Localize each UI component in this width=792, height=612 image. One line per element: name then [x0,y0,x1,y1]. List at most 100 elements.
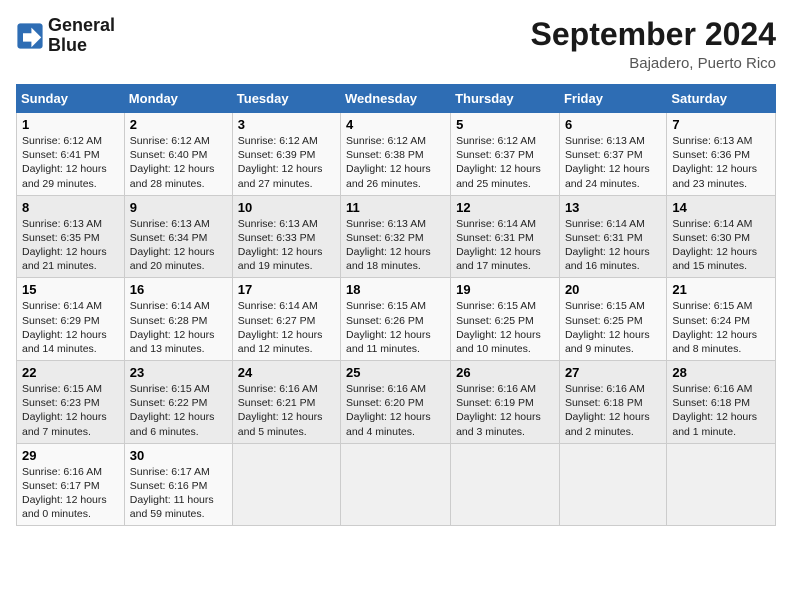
day-number: 16 [130,282,227,297]
cell-info: Sunrise: 6:13 AMSunset: 6:37 PMDaylight:… [565,135,650,190]
cell-info: Sunrise: 6:13 AMSunset: 6:34 PMDaylight:… [130,218,215,273]
day-number: 30 [130,448,227,463]
header: General Blue September 2024 Bajadero, Pu… [16,16,776,72]
calendar-cell: 6 Sunrise: 6:13 AMSunset: 6:37 PMDayligh… [559,113,666,196]
cell-info: Sunrise: 6:15 AMSunset: 6:22 PMDaylight:… [130,383,215,438]
calendar-cell: 2 Sunrise: 6:12 AMSunset: 6:40 PMDayligh… [124,113,232,196]
calendar-cell: 28 Sunrise: 6:16 AMSunset: 6:18 PMDaylig… [667,361,776,444]
calendar-cell: 13 Sunrise: 6:14 AMSunset: 6:31 PMDaylig… [559,195,666,278]
day-number: 26 [456,365,554,380]
cell-info: Sunrise: 6:14 AMSunset: 6:27 PMDaylight:… [238,300,323,355]
day-number: 12 [456,200,554,215]
day-number: 13 [565,200,661,215]
calendar-cell [451,443,560,526]
calendar-cell: 10 Sunrise: 6:13 AMSunset: 6:33 PMDaylig… [232,195,340,278]
calendar-cell: 9 Sunrise: 6:13 AMSunset: 6:34 PMDayligh… [124,195,232,278]
day-header-tuesday: Tuesday [232,85,340,113]
logo-text: General Blue [48,16,115,56]
calendar-cell [667,443,776,526]
cell-info: Sunrise: 6:16 AMSunset: 6:18 PMDaylight:… [672,383,757,438]
logo-icon [16,22,44,50]
day-number: 3 [238,117,335,132]
calendar-cell: 5 Sunrise: 6:12 AMSunset: 6:37 PMDayligh… [451,113,560,196]
day-number: 28 [672,365,770,380]
cell-info: Sunrise: 6:14 AMSunset: 6:31 PMDaylight:… [565,218,650,273]
title-area: September 2024 Bajadero, Puerto Rico [531,16,776,72]
month-title: September 2024 [531,16,776,53]
calendar-cell: 12 Sunrise: 6:14 AMSunset: 6:31 PMDaylig… [451,195,560,278]
cell-info: Sunrise: 6:12 AMSunset: 6:38 PMDaylight:… [346,135,431,190]
day-number: 1 [22,117,119,132]
day-number: 11 [346,200,445,215]
day-number: 2 [130,117,227,132]
day-number: 21 [672,282,770,297]
calendar-cell: 27 Sunrise: 6:16 AMSunset: 6:18 PMDaylig… [559,361,666,444]
day-number: 5 [456,117,554,132]
cell-info: Sunrise: 6:14 AMSunset: 6:30 PMDaylight:… [672,218,757,273]
calendar-cell: 19 Sunrise: 6:15 AMSunset: 6:25 PMDaylig… [451,278,560,361]
cell-info: Sunrise: 6:15 AMSunset: 6:23 PMDaylight:… [22,383,107,438]
calendar-cell [232,443,340,526]
cell-info: Sunrise: 6:15 AMSunset: 6:25 PMDaylight:… [565,300,650,355]
calendar-cell: 21 Sunrise: 6:15 AMSunset: 6:24 PMDaylig… [667,278,776,361]
day-number: 14 [672,200,770,215]
cell-info: Sunrise: 6:13 AMSunset: 6:33 PMDaylight:… [238,218,323,273]
cell-info: Sunrise: 6:15 AMSunset: 6:26 PMDaylight:… [346,300,431,355]
calendar-cell: 16 Sunrise: 6:14 AMSunset: 6:28 PMDaylig… [124,278,232,361]
logo: General Blue [16,16,115,56]
day-number: 8 [22,200,119,215]
day-header-wednesday: Wednesday [341,85,451,113]
calendar-cell: 30 Sunrise: 6:17 AMSunset: 6:16 PMDaylig… [124,443,232,526]
day-number: 19 [456,282,554,297]
calendar-cell [341,443,451,526]
day-header-sunday: Sunday [17,85,125,113]
day-header-friday: Friday [559,85,666,113]
day-number: 24 [238,365,335,380]
day-number: 17 [238,282,335,297]
calendar-cell: 15 Sunrise: 6:14 AMSunset: 6:29 PMDaylig… [17,278,125,361]
calendar-cell: 3 Sunrise: 6:12 AMSunset: 6:39 PMDayligh… [232,113,340,196]
cell-info: Sunrise: 6:14 AMSunset: 6:31 PMDaylight:… [456,218,541,273]
day-number: 18 [346,282,445,297]
week-row-2: 8 Sunrise: 6:13 AMSunset: 6:35 PMDayligh… [17,195,776,278]
day-number: 29 [22,448,119,463]
calendar-cell: 7 Sunrise: 6:13 AMSunset: 6:36 PMDayligh… [667,113,776,196]
calendar-cell: 29 Sunrise: 6:16 AMSunset: 6:17 PMDaylig… [17,443,125,526]
calendar-cell [559,443,666,526]
cell-info: Sunrise: 6:16 AMSunset: 6:17 PMDaylight:… [22,466,107,521]
cell-info: Sunrise: 6:15 AMSunset: 6:24 PMDaylight:… [672,300,757,355]
cell-info: Sunrise: 6:16 AMSunset: 6:19 PMDaylight:… [456,383,541,438]
cell-info: Sunrise: 6:14 AMSunset: 6:28 PMDaylight:… [130,300,215,355]
cell-info: Sunrise: 6:13 AMSunset: 6:32 PMDaylight:… [346,218,431,273]
calendar-cell: 18 Sunrise: 6:15 AMSunset: 6:26 PMDaylig… [341,278,451,361]
cell-info: Sunrise: 6:12 AMSunset: 6:37 PMDaylight:… [456,135,541,190]
calendar-cell: 24 Sunrise: 6:16 AMSunset: 6:21 PMDaylig… [232,361,340,444]
cell-info: Sunrise: 6:16 AMSunset: 6:21 PMDaylight:… [238,383,323,438]
calendar-cell: 22 Sunrise: 6:15 AMSunset: 6:23 PMDaylig… [17,361,125,444]
day-number: 6 [565,117,661,132]
week-row-4: 22 Sunrise: 6:15 AMSunset: 6:23 PMDaylig… [17,361,776,444]
calendar-cell: 23 Sunrise: 6:15 AMSunset: 6:22 PMDaylig… [124,361,232,444]
calendar-cell: 4 Sunrise: 6:12 AMSunset: 6:38 PMDayligh… [341,113,451,196]
calendar-table: SundayMondayTuesdayWednesdayThursdayFrid… [16,84,776,526]
week-row-3: 15 Sunrise: 6:14 AMSunset: 6:29 PMDaylig… [17,278,776,361]
day-number: 23 [130,365,227,380]
day-number: 7 [672,117,770,132]
cell-info: Sunrise: 6:12 AMSunset: 6:39 PMDaylight:… [238,135,323,190]
day-number: 10 [238,200,335,215]
cell-info: Sunrise: 6:14 AMSunset: 6:29 PMDaylight:… [22,300,107,355]
calendar-cell: 8 Sunrise: 6:13 AMSunset: 6:35 PMDayligh… [17,195,125,278]
day-header-monday: Monday [124,85,232,113]
week-row-1: 1 Sunrise: 6:12 AMSunset: 6:41 PMDayligh… [17,113,776,196]
calendar-cell: 1 Sunrise: 6:12 AMSunset: 6:41 PMDayligh… [17,113,125,196]
day-number: 22 [22,365,119,380]
calendar-cell: 20 Sunrise: 6:15 AMSunset: 6:25 PMDaylig… [559,278,666,361]
day-header-thursday: Thursday [451,85,560,113]
calendar-cell: 14 Sunrise: 6:14 AMSunset: 6:30 PMDaylig… [667,195,776,278]
location-title: Bajadero, Puerto Rico [531,55,776,72]
calendar-cell: 26 Sunrise: 6:16 AMSunset: 6:19 PMDaylig… [451,361,560,444]
calendar-cell: 17 Sunrise: 6:14 AMSunset: 6:27 PMDaylig… [232,278,340,361]
day-number: 4 [346,117,445,132]
day-number: 15 [22,282,119,297]
week-row-5: 29 Sunrise: 6:16 AMSunset: 6:17 PMDaylig… [17,443,776,526]
